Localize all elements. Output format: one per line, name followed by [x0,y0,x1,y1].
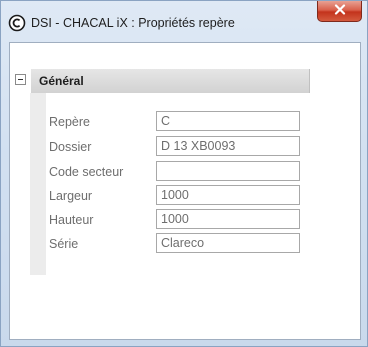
close-button[interactable] [317,1,362,22]
properties-window: DSI - CHACAL iX : Propriétés repère Géné… [0,0,368,347]
property-value-field[interactable]: 1000 [156,185,300,205]
property-value-field[interactable]: C [156,111,300,131]
property-row-largeur: Largeur 1000 [46,185,306,207]
section-header-general[interactable]: Général [15,69,310,93]
property-grid: Général Repère C Dossier D 13 XB0093 Cod… [9,42,361,340]
close-icon [334,2,346,20]
grid-gutter [30,93,46,275]
property-row-code-secteur: Code secteur [46,161,306,183]
collapse-minus-icon[interactable] [15,74,26,85]
window-title: DSI - CHACAL iX : Propriétés repère [31,16,235,30]
title-bar[interactable]: DSI - CHACAL iX : Propriétés repère [1,1,367,43]
app-icon[interactable] [8,14,26,32]
property-value-field[interactable] [156,161,300,181]
property-label: Série [49,237,79,251]
property-label: Largeur [49,189,93,203]
property-label: Code secteur [49,165,124,179]
property-row-repere: Repère C [46,111,306,133]
section-title: Général [39,74,84,88]
property-value-field[interactable]: Clareco [156,233,300,253]
property-label: Dossier [49,140,92,154]
property-value-field[interactable]: D 13 XB0093 [156,136,300,156]
property-value-field[interactable]: 1000 [156,209,300,229]
property-label: Repère [49,115,90,129]
property-row-serie: Série Clareco [46,233,306,255]
property-label: Hauteur [49,213,94,227]
property-row-hauteur: Hauteur 1000 [46,209,306,231]
property-row-dossier: Dossier D 13 XB0093 [46,136,306,158]
